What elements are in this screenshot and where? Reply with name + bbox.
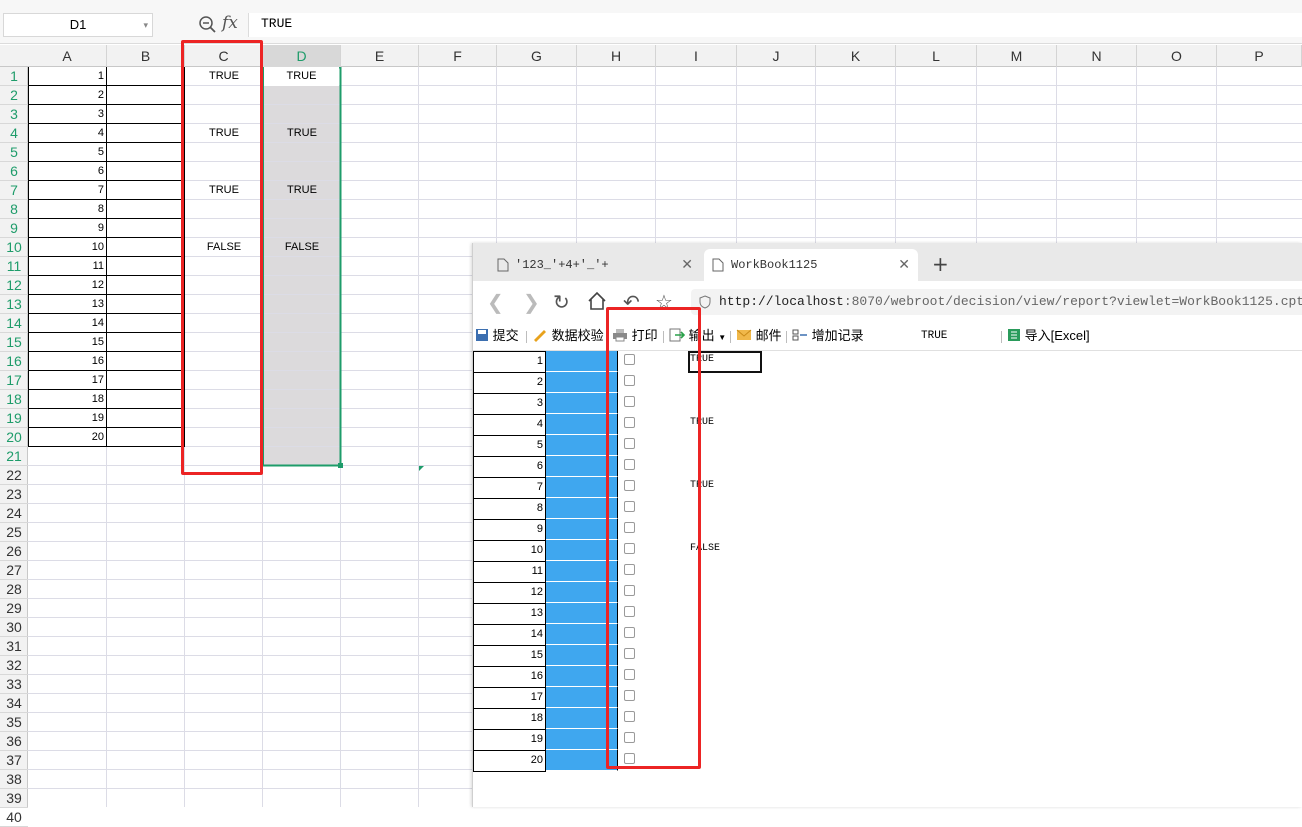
cell-a18[interactable]: 18 <box>28 390 107 409</box>
report-cell-a12[interactable]: 12 <box>473 582 546 604</box>
report-cell-a5[interactable]: 5 <box>473 435 546 457</box>
report-cell-a11[interactable]: 11 <box>473 561 546 583</box>
submit-label: 提交 <box>492 328 519 343</box>
mail-button[interactable]: 邮件 <box>736 327 782 345</box>
import-excel-button[interactable]: 导入[Excel] <box>1007 327 1090 345</box>
url-path: :8070/webroot/decision/view/report?viewl… <box>843 294 1302 309</box>
report-cell-a7[interactable]: 7 <box>473 477 546 499</box>
tab-label: WorkBook1125 <box>731 258 818 272</box>
add-row-icon <box>792 329 807 341</box>
chevron-down-icon: ▼ <box>718 333 727 342</box>
tab-label: '123_'+4+'_'+ <box>515 258 609 272</box>
toolbar-divider <box>730 331 731 343</box>
cell-a12[interactable]: 12 <box>28 276 107 295</box>
cell-a19[interactable]: 19 <box>28 409 107 428</box>
cell-a7[interactable]: 7 <box>28 181 107 200</box>
browser-window: '123_'+4+'_'+ ✕ WorkBook1125 ✕ + ❮ ❯ ↻ ↶… <box>472 243 1302 807</box>
close-icon[interactable]: ✕ <box>681 249 693 281</box>
report-cell-a17[interactable]: 17 <box>473 687 546 709</box>
submit-button[interactable]: 提交 <box>475 327 519 345</box>
toolbar-true-text: TRUE <box>921 330 948 342</box>
validate-button[interactable]: 数据校验 <box>532 327 604 345</box>
browser-tab-2[interactable]: WorkBook1125 ✕ <box>704 249 918 281</box>
browser-tab-1[interactable]: '123_'+4+'_'+ ✕ <box>491 249 701 281</box>
address-bar[interactable]: http://localhost:8070/webroot/decision/v… <box>691 289 1302 315</box>
report-cell-a15[interactable]: 15 <box>473 645 546 667</box>
page-icon <box>712 258 724 272</box>
shield-icon <box>699 295 711 309</box>
url-host: http://localhost <box>719 294 844 309</box>
report-cell-a2[interactable]: 2 <box>473 372 546 394</box>
tab-bar: '123_'+4+'_'+ ✕ WorkBook1125 ✕ + <box>473 243 1302 281</box>
cell-a1[interactable]: 1 <box>28 67 107 86</box>
report-cell-a3[interactable]: 3 <box>473 393 546 415</box>
cell-a14[interactable]: 14 <box>28 314 107 333</box>
highlight-box-checkbox-column <box>606 307 701 769</box>
excel-icon <box>1008 329 1020 341</box>
import-excel-label: 导入[Excel] <box>1024 328 1090 343</box>
cell-a15[interactable]: 15 <box>28 333 107 352</box>
mail-icon <box>736 329 752 340</box>
cell-a5[interactable]: 5 <box>28 143 107 162</box>
cell-a8[interactable]: 8 <box>28 200 107 219</box>
page-icon <box>497 258 509 272</box>
toolbar-divider <box>786 331 787 343</box>
report-cell-a16[interactable]: 16 <box>473 666 546 688</box>
cell-a6[interactable]: 6 <box>28 162 107 181</box>
cell-a2[interactable]: 2 <box>28 86 107 105</box>
report-cell-a10[interactable]: 10 <box>473 540 546 562</box>
report-cell-a1[interactable]: 1 <box>473 351 546 373</box>
cell-a11[interactable]: 11 <box>28 257 107 276</box>
cell-a3[interactable]: 3 <box>28 105 107 124</box>
report-cell-a20[interactable]: 20 <box>473 750 546 772</box>
cell-a17[interactable]: 17 <box>28 371 107 390</box>
report-cell-a13[interactable]: 13 <box>473 603 546 625</box>
cell-a16[interactable]: 16 <box>28 352 107 371</box>
forward-icon[interactable]: ❯ <box>523 290 540 314</box>
reload-icon[interactable]: ↻ <box>553 290 570 314</box>
cell-d7[interactable]: TRUE <box>263 181 341 200</box>
report-cell-a9[interactable]: 9 <box>473 519 546 541</box>
save-icon <box>476 329 488 341</box>
highlight-box-column-c <box>181 40 263 475</box>
report-cell-a8[interactable]: 8 <box>473 498 546 520</box>
cell-a9[interactable]: 9 <box>28 219 107 238</box>
report-cell-a4[interactable]: 4 <box>473 414 546 436</box>
toolbar-divider <box>1001 331 1002 343</box>
cell-d4[interactable]: TRUE <box>263 124 341 143</box>
report-toolbar: 提交 数据校验 打印 输出 ▼ 邮件 增加记录 TRUE 导入[Excel] <box>473 323 1302 351</box>
add-record-label: 增加记录 <box>811 328 864 343</box>
report-body: 1 2 3 4 5 6 7 8 9 10 11 12 13 14 15 16 17 18 19 20 TRUE TRUE T… <box>473 351 1302 807</box>
cell-a20[interactable]: 20 <box>28 428 107 447</box>
cell-a10[interactable]: 10 <box>28 238 107 257</box>
cell-a13[interactable]: 13 <box>28 295 107 314</box>
report-cell-a14[interactable]: 14 <box>473 624 546 646</box>
back-icon[interactable]: ❮ <box>487 290 504 314</box>
cell-d1[interactable]: TRUE <box>264 67 339 86</box>
cell-d10[interactable]: FALSE <box>263 238 341 257</box>
validate-label: 数据校验 <box>551 328 604 343</box>
pencil-icon <box>534 330 546 342</box>
new-tab-icon[interactable]: + <box>932 252 949 276</box>
navigation-bar: ❮ ❯ ↻ ↶ ☆ http://localhost:8070/webroot/… <box>473 281 1302 323</box>
close-icon[interactable]: ✕ <box>898 249 910 281</box>
mail-label: 邮件 <box>755 328 782 343</box>
report-cell-a6[interactable]: 6 <box>473 456 546 478</box>
toolbar-divider <box>526 331 527 343</box>
row-header-40[interactable]: 40 <box>0 808 28 827</box>
report-cell-a18[interactable]: 18 <box>473 708 546 730</box>
cell-a4[interactable]: 4 <box>28 124 107 143</box>
home-icon[interactable] <box>587 291 607 311</box>
report-cell-a19[interactable]: 19 <box>473 729 546 751</box>
add-record-button[interactable]: 增加记录 <box>792 327 864 345</box>
